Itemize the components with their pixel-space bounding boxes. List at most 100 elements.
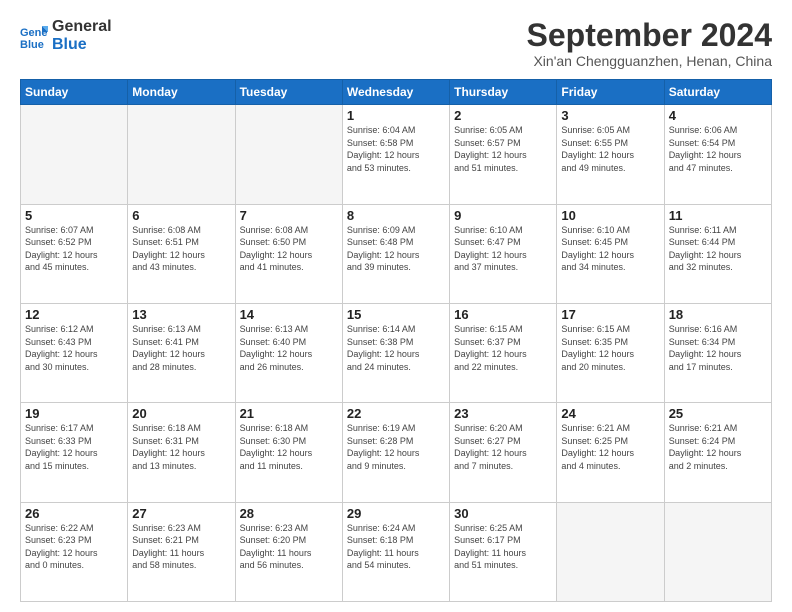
calendar-week-row: 12Sunrise: 6:12 AM Sunset: 6:43 PM Dayli…: [21, 303, 772, 402]
table-row: 25Sunrise: 6:21 AM Sunset: 6:24 PM Dayli…: [664, 403, 771, 502]
logo: General Blue General Blue: [20, 18, 112, 54]
header-sunday: Sunday: [21, 80, 128, 105]
day-info: Sunrise: 6:10 AM Sunset: 6:45 PM Dayligh…: [561, 224, 659, 274]
table-row: 27Sunrise: 6:23 AM Sunset: 6:21 PM Dayli…: [128, 502, 235, 601]
day-number: 23: [454, 406, 552, 421]
table-row: 14Sunrise: 6:13 AM Sunset: 6:40 PM Dayli…: [235, 303, 342, 402]
table-row: 20Sunrise: 6:18 AM Sunset: 6:31 PM Dayli…: [128, 403, 235, 502]
title-section: September 2024 Xin'an Chengguanzhen, Hen…: [527, 18, 772, 69]
table-row: 5Sunrise: 6:07 AM Sunset: 6:52 PM Daylig…: [21, 204, 128, 303]
day-info: Sunrise: 6:14 AM Sunset: 6:38 PM Dayligh…: [347, 323, 445, 373]
day-info: Sunrise: 6:23 AM Sunset: 6:21 PM Dayligh…: [132, 522, 230, 572]
calendar-table: Sunday Monday Tuesday Wednesday Thursday…: [20, 79, 772, 602]
table-row: 12Sunrise: 6:12 AM Sunset: 6:43 PM Dayli…: [21, 303, 128, 402]
day-number: 17: [561, 307, 659, 322]
table-row: 1Sunrise: 6:04 AM Sunset: 6:58 PM Daylig…: [342, 105, 449, 204]
table-row: 24Sunrise: 6:21 AM Sunset: 6:25 PM Dayli…: [557, 403, 664, 502]
day-info: Sunrise: 6:05 AM Sunset: 6:55 PM Dayligh…: [561, 124, 659, 174]
day-number: 1: [347, 108, 445, 123]
table-row: [128, 105, 235, 204]
day-info: Sunrise: 6:22 AM Sunset: 6:23 PM Dayligh…: [25, 522, 123, 572]
calendar-week-row: 19Sunrise: 6:17 AM Sunset: 6:33 PM Dayli…: [21, 403, 772, 502]
day-number: 7: [240, 208, 338, 223]
table-row: 26Sunrise: 6:22 AM Sunset: 6:23 PM Dayli…: [21, 502, 128, 601]
day-number: 27: [132, 506, 230, 521]
logo-general: General: [52, 18, 112, 36]
day-info: Sunrise: 6:12 AM Sunset: 6:43 PM Dayligh…: [25, 323, 123, 373]
table-row: 11Sunrise: 6:11 AM Sunset: 6:44 PM Dayli…: [664, 204, 771, 303]
day-info: Sunrise: 6:05 AM Sunset: 6:57 PM Dayligh…: [454, 124, 552, 174]
table-row: [235, 105, 342, 204]
location: Xin'an Chengguanzhen, Henan, China: [527, 53, 772, 69]
svg-text:Blue: Blue: [20, 39, 44, 50]
calendar-week-row: 5Sunrise: 6:07 AM Sunset: 6:52 PM Daylig…: [21, 204, 772, 303]
day-number: 18: [669, 307, 767, 322]
day-number: 12: [25, 307, 123, 322]
day-info: Sunrise: 6:20 AM Sunset: 6:27 PM Dayligh…: [454, 422, 552, 472]
day-info: Sunrise: 6:13 AM Sunset: 6:40 PM Dayligh…: [240, 323, 338, 373]
table-row: [21, 105, 128, 204]
day-number: 10: [561, 208, 659, 223]
day-number: 22: [347, 406, 445, 421]
table-row: 18Sunrise: 6:16 AM Sunset: 6:34 PM Dayli…: [664, 303, 771, 402]
table-row: 21Sunrise: 6:18 AM Sunset: 6:30 PM Dayli…: [235, 403, 342, 502]
day-number: 5: [25, 208, 123, 223]
table-row: 2Sunrise: 6:05 AM Sunset: 6:57 PM Daylig…: [450, 105, 557, 204]
header-saturday: Saturday: [664, 80, 771, 105]
day-info: Sunrise: 6:15 AM Sunset: 6:37 PM Dayligh…: [454, 323, 552, 373]
header-friday: Friday: [557, 80, 664, 105]
day-number: 19: [25, 406, 123, 421]
day-number: 14: [240, 307, 338, 322]
table-row: 15Sunrise: 6:14 AM Sunset: 6:38 PM Dayli…: [342, 303, 449, 402]
day-info: Sunrise: 6:07 AM Sunset: 6:52 PM Dayligh…: [25, 224, 123, 274]
table-row: 13Sunrise: 6:13 AM Sunset: 6:41 PM Dayli…: [128, 303, 235, 402]
day-info: Sunrise: 6:21 AM Sunset: 6:25 PM Dayligh…: [561, 422, 659, 472]
table-row: 30Sunrise: 6:25 AM Sunset: 6:17 PM Dayli…: [450, 502, 557, 601]
table-row: 19Sunrise: 6:17 AM Sunset: 6:33 PM Dayli…: [21, 403, 128, 502]
table-row: 8Sunrise: 6:09 AM Sunset: 6:48 PM Daylig…: [342, 204, 449, 303]
table-row: 3Sunrise: 6:05 AM Sunset: 6:55 PM Daylig…: [557, 105, 664, 204]
table-row: 16Sunrise: 6:15 AM Sunset: 6:37 PM Dayli…: [450, 303, 557, 402]
table-row: 23Sunrise: 6:20 AM Sunset: 6:27 PM Dayli…: [450, 403, 557, 502]
day-number: 28: [240, 506, 338, 521]
calendar-week-row: 1Sunrise: 6:04 AM Sunset: 6:58 PM Daylig…: [21, 105, 772, 204]
day-info: Sunrise: 6:10 AM Sunset: 6:47 PM Dayligh…: [454, 224, 552, 274]
day-number: 8: [347, 208, 445, 223]
table-row: 7Sunrise: 6:08 AM Sunset: 6:50 PM Daylig…: [235, 204, 342, 303]
day-info: Sunrise: 6:09 AM Sunset: 6:48 PM Dayligh…: [347, 224, 445, 274]
day-number: 21: [240, 406, 338, 421]
day-info: Sunrise: 6:25 AM Sunset: 6:17 PM Dayligh…: [454, 522, 552, 572]
table-row: 10Sunrise: 6:10 AM Sunset: 6:45 PM Dayli…: [557, 204, 664, 303]
day-number: 24: [561, 406, 659, 421]
day-info: Sunrise: 6:24 AM Sunset: 6:18 PM Dayligh…: [347, 522, 445, 572]
day-info: Sunrise: 6:08 AM Sunset: 6:51 PM Dayligh…: [132, 224, 230, 274]
day-info: Sunrise: 6:17 AM Sunset: 6:33 PM Dayligh…: [25, 422, 123, 472]
day-number: 26: [25, 506, 123, 521]
day-info: Sunrise: 6:08 AM Sunset: 6:50 PM Dayligh…: [240, 224, 338, 274]
day-info: Sunrise: 6:21 AM Sunset: 6:24 PM Dayligh…: [669, 422, 767, 472]
day-info: Sunrise: 6:06 AM Sunset: 6:54 PM Dayligh…: [669, 124, 767, 174]
table-row: 22Sunrise: 6:19 AM Sunset: 6:28 PM Dayli…: [342, 403, 449, 502]
day-info: Sunrise: 6:04 AM Sunset: 6:58 PM Dayligh…: [347, 124, 445, 174]
day-info: Sunrise: 6:23 AM Sunset: 6:20 PM Dayligh…: [240, 522, 338, 572]
day-number: 29: [347, 506, 445, 521]
logo-icon: General Blue: [20, 22, 48, 50]
day-number: 6: [132, 208, 230, 223]
day-number: 9: [454, 208, 552, 223]
day-number: 13: [132, 307, 230, 322]
calendar-week-row: 26Sunrise: 6:22 AM Sunset: 6:23 PM Dayli…: [21, 502, 772, 601]
calendar-header-row: Sunday Monday Tuesday Wednesday Thursday…: [21, 80, 772, 105]
header-monday: Monday: [128, 80, 235, 105]
day-info: Sunrise: 6:18 AM Sunset: 6:30 PM Dayligh…: [240, 422, 338, 472]
day-info: Sunrise: 6:18 AM Sunset: 6:31 PM Dayligh…: [132, 422, 230, 472]
day-number: 3: [561, 108, 659, 123]
table-row: 6Sunrise: 6:08 AM Sunset: 6:51 PM Daylig…: [128, 204, 235, 303]
day-info: Sunrise: 6:15 AM Sunset: 6:35 PM Dayligh…: [561, 323, 659, 373]
header: General Blue General Blue September 2024…: [20, 18, 772, 69]
day-number: 20: [132, 406, 230, 421]
header-tuesday: Tuesday: [235, 80, 342, 105]
day-number: 4: [669, 108, 767, 123]
day-info: Sunrise: 6:13 AM Sunset: 6:41 PM Dayligh…: [132, 323, 230, 373]
logo-blue: Blue: [52, 36, 112, 54]
day-number: 2: [454, 108, 552, 123]
